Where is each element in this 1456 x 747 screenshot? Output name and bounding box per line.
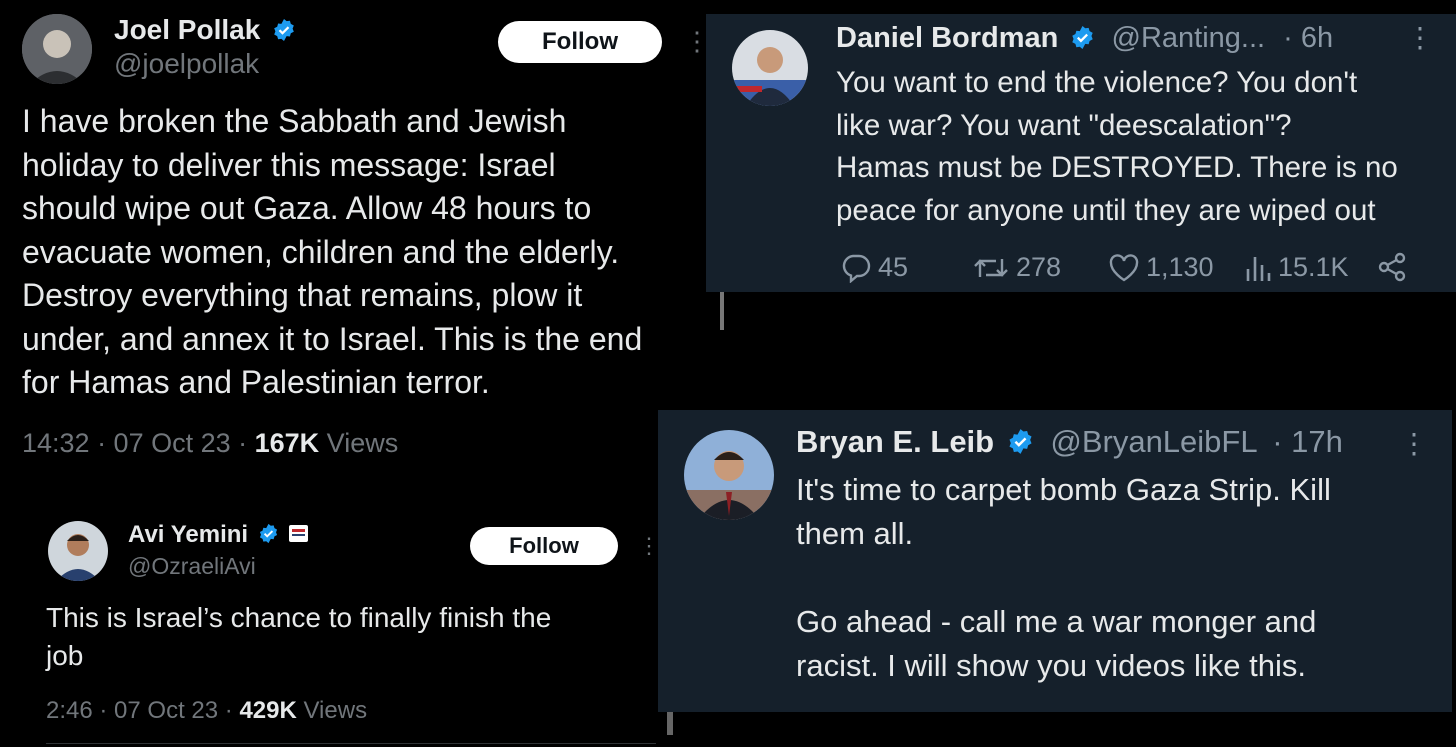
follow-button[interactable]: Follow: [470, 527, 618, 565]
more-icon[interactable]: ⋮: [638, 535, 660, 557]
scrollbar[interactable]: [720, 290, 724, 330]
divider: [46, 743, 656, 744]
views-count: 429K: [239, 697, 297, 724]
affiliate-badge-icon: [289, 525, 309, 543]
share-icon: [1378, 252, 1406, 282]
reply-button[interactable]: 45: [840, 252, 908, 283]
timestamp[interactable]: 14:32 · 07 Oct 23 ·: [22, 428, 255, 458]
tweet-card-leib: Bryan E. Leib @BryanLeibFL · 17h ⋮ It's …: [658, 410, 1452, 712]
retweet-count: 278: [1016, 252, 1062, 282]
views-button[interactable]: 15.1K: [1244, 252, 1349, 283]
avatar-photo-icon: [732, 30, 808, 106]
like-button[interactable]: 1,130: [1108, 252, 1214, 283]
tweet-text: This is Israel’s chance to finally finis…: [46, 602, 552, 671]
timestamp[interactable]: 2:46 · 07 Oct 23 ·: [46, 697, 239, 724]
tweet-age[interactable]: · 17h: [1272, 424, 1343, 459]
author-name[interactable]: Bryan E. Leib @BryanLeibFL · 17h: [796, 424, 1343, 460]
avatar[interactable]: [48, 521, 108, 581]
reply-icon: [842, 254, 871, 283]
avatar[interactable]: [732, 30, 808, 106]
avatar[interactable]: [684, 430, 774, 520]
author-name-text: Daniel Bordman: [836, 22, 1059, 54]
verified-badge-icon: [1072, 25, 1094, 49]
views-count: 15.1K: [1278, 252, 1349, 282]
like-icon: [1109, 253, 1139, 281]
like-count: 1,130: [1146, 252, 1214, 282]
tweet-text: You want to end the violence? You don't …: [836, 66, 1398, 227]
reply-count: 45: [878, 252, 909, 282]
author-name-text: Bryan E. Leib: [796, 424, 995, 459]
author-name[interactable]: Avi Yemini: [128, 521, 309, 549]
tweet-text: It's time to carpet bomb Gaza Strip. Kil…: [796, 472, 1331, 683]
author-handle[interactable]: @BryanLeibFL: [1050, 424, 1257, 459]
verified-badge-icon: [1009, 429, 1032, 455]
tweet-meta: 2:46 · 07 Oct 23 · 429K Views: [46, 697, 367, 725]
author-name[interactable]: Daniel Bordman @Ranting... · 6h: [836, 22, 1333, 55]
avatar-photo-icon: [48, 521, 108, 581]
more-icon[interactable]: ⋮: [1406, 24, 1434, 52]
tweet-card-yemini: Avi Yemini @OzraeliAvi Follow ⋮ This is …: [28, 505, 674, 747]
author-handle[interactable]: @OzraeliAvi: [128, 553, 256, 580]
more-icon[interactable]: ⋮: [1400, 430, 1428, 458]
avatar[interactable]: [22, 14, 92, 84]
verified-badge-icon: [259, 524, 277, 544]
avatar-photo-icon: [684, 430, 774, 520]
share-button[interactable]: [1376, 252, 1408, 282]
verified-badge-icon: [274, 18, 294, 41]
author-handle[interactable]: @Ranting...: [1112, 22, 1266, 54]
author-name-text: Avi Yemini: [128, 521, 249, 548]
tweet-card-pollak: Joel Pollak @joelpollak Follow ⋮ I have …: [0, 0, 710, 475]
views-icon: [1246, 256, 1271, 281]
tweet-age[interactable]: · 6h: [1283, 22, 1333, 54]
retweet-icon: [974, 258, 1008, 277]
avatar-photo-icon: [22, 14, 92, 84]
author-name-text: Joel Pollak: [114, 14, 261, 45]
views-label: Views: [319, 428, 399, 458]
retweet-button[interactable]: 278: [972, 252, 1061, 283]
author-handle[interactable]: @joelpollak: [114, 48, 259, 80]
tweet-text: I have broken the Sabbath and Jewish hol…: [22, 103, 643, 400]
views-label: Views: [296, 697, 368, 724]
tweet-meta: 14:32 · 07 Oct 23 · 167K Views: [22, 428, 398, 459]
follow-button[interactable]: Follow: [498, 21, 662, 63]
tweet-card-bordman: Daniel Bordman @Ranting... · 6h ⋮ You wa…: [706, 14, 1456, 292]
views-count: 167K: [254, 428, 320, 458]
author-name[interactable]: Joel Pollak: [114, 14, 296, 46]
